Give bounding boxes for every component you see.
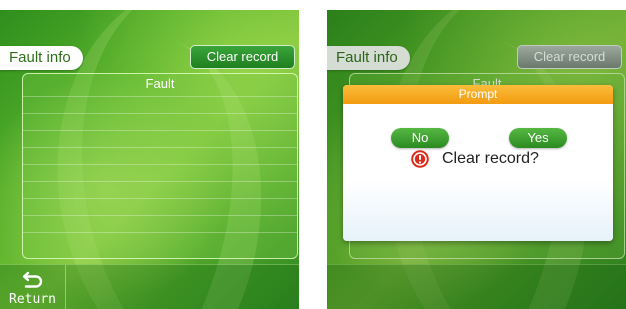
return-label: Return (9, 292, 56, 307)
prompt-message-row: Clear record? (411, 150, 539, 168)
dialog-title: Prompt (343, 85, 613, 104)
list-item (23, 147, 297, 164)
return-button[interactable]: Return (0, 265, 66, 309)
fault-info-screen: Fault info Clear record Fault Return (0, 10, 299, 309)
list-item (23, 198, 297, 215)
list-item (23, 113, 297, 130)
list-item (23, 232, 297, 249)
no-button[interactable]: No (391, 128, 449, 148)
fault-list-header: Fault (145, 76, 175, 91)
prompt-dialog: Prompt Clear record? (343, 85, 613, 241)
fault-list: Fault (22, 73, 298, 259)
alert-icon (411, 150, 429, 168)
page-title: Fault info (0, 46, 83, 70)
list-item (23, 164, 297, 181)
list-item (23, 181, 297, 198)
prompt-message: Clear record? (442, 150, 539, 167)
list-item (23, 96, 297, 113)
bottom-toolbar: Return (0, 264, 299, 309)
clear-record-button[interactable]: Clear record (190, 45, 295, 69)
dialog-body: Clear record? (343, 104, 613, 241)
fault-info-screen-with-prompt: Fault info Clear record Fault Prompt Cle… (327, 10, 626, 309)
list-item (23, 130, 297, 147)
return-arrow-icon (22, 271, 43, 288)
list-item (23, 215, 297, 232)
yes-button[interactable]: Yes (509, 128, 567, 148)
